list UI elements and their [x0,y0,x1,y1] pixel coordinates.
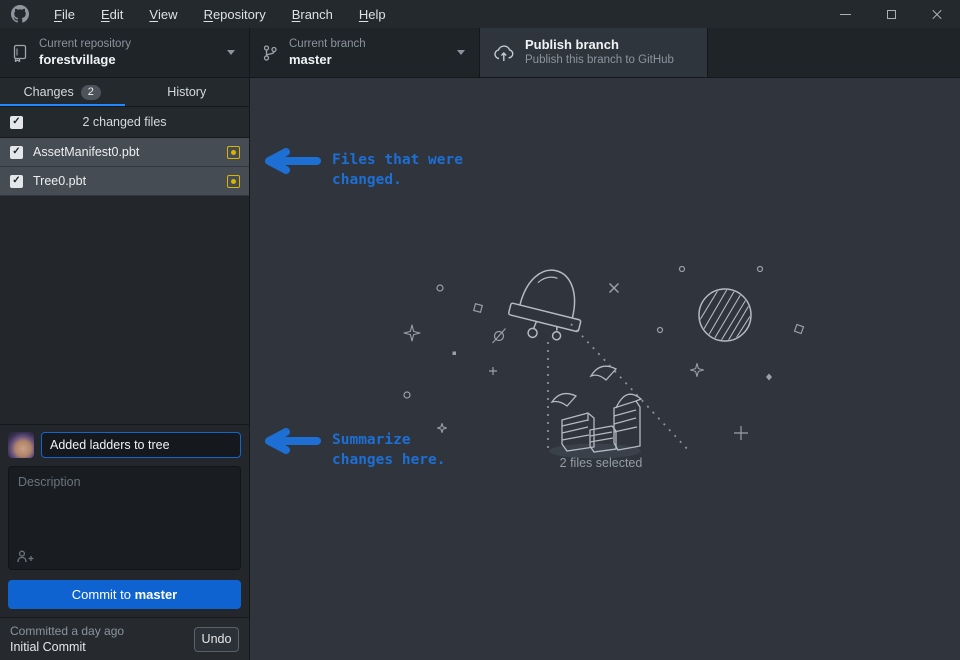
sidebar-tabs: Changes 2 History [0,78,249,107]
select-all-checkbox[interactable]: ✓ [10,116,23,129]
menu-branch[interactable]: Branch [279,0,346,28]
tab-changes-label: Changes [24,85,74,99]
file-row[interactable]: ✓ AssetManifest0.pbt [0,138,249,167]
menu-bar: File Edit View Repository Branch Help [41,0,399,28]
file-checkbox[interactable]: ✓ [10,146,23,159]
last-commit-bar: Committed a day ago Initial Commit Undo [0,617,249,660]
file-checkbox[interactable]: ✓ [10,175,23,188]
repository-label: Current repository [39,37,131,52]
changed-files-count: 2 changed files [0,115,249,129]
titlebar: File Edit View Repository Branch Help [0,0,960,28]
commit-button[interactable]: Commit to master [8,580,241,609]
commit-button-branch: master [135,587,178,602]
file-list-empty-space [0,196,249,424]
publish-subtitle: Publish this branch to GitHub [525,53,674,68]
file-name: AssetManifest0.pbt [33,145,139,159]
arrow-left-icon [260,428,322,454]
publish-branch-button[interactable]: Publish branch Publish this branch to Gi… [480,28,708,77]
menu-repository[interactable]: Repository [191,0,279,28]
annotation-files-changed: Files that were changed. [260,148,463,190]
branch-name: master [289,52,366,68]
close-button[interactable] [914,0,960,28]
tab-changes[interactable]: Changes 2 [0,78,125,106]
changes-count-badge: 2 [81,85,101,100]
commit-panel: Commit to master [0,424,249,617]
branch-icon [262,44,278,62]
menu-view[interactable]: View [136,0,190,28]
arrow-left-icon [260,148,322,174]
last-commit-time: Committed a day ago [10,624,194,639]
modified-status-icon [227,146,240,159]
branch-label: Current branch [289,37,366,52]
content: Changes 2 History ✓ 2 changed files ✓ As… [0,78,960,660]
annotation-line: changes here. [332,450,446,470]
commit-summary-input[interactable] [41,432,241,458]
current-repository-dropdown[interactable]: Current repository forestvillage [0,28,250,77]
repository-name: forestvillage [39,52,131,68]
annotation-summarize: Summarize changes here. [260,428,446,470]
file-name: Tree0.pbt [33,174,86,188]
chevron-down-icon [457,50,465,55]
tab-history[interactable]: History [125,78,250,106]
github-desktop-window: File Edit View Repository Branch Help Cu… [0,0,960,660]
minimize-button[interactable] [822,0,868,28]
commit-description-box [8,466,241,570]
close-icon [931,8,943,20]
add-coauthor-icon[interactable] [17,550,34,563]
repo-icon [12,44,28,62]
cloud-upload-icon [492,43,514,63]
user-avatar [8,432,34,458]
last-commit-title: Initial Commit [10,639,194,655]
chevron-down-icon [227,50,235,55]
tab-history-label: History [167,85,206,99]
publish-title: Publish branch [525,37,674,53]
annotation-line: Files that were [332,150,463,170]
window-controls [822,0,960,28]
commit-description-input[interactable] [9,467,240,543]
github-logo-icon [11,5,29,23]
empty-state-illustration [385,250,825,480]
annotation-line: changed. [332,170,463,190]
menu-edit[interactable]: Edit [88,0,136,28]
main-panel: 2 files selected Files that were changed… [250,78,960,660]
commit-button-label: Commit to [72,587,135,602]
file-row[interactable]: ✓ Tree0.pbt [0,167,249,196]
toolbar: Current repository forestvillage Current… [0,28,960,78]
files-selected-caption: 2 files selected [560,456,643,470]
minimize-icon [840,14,851,15]
menu-help[interactable]: Help [346,0,399,28]
changed-files-header: ✓ 2 changed files [0,107,249,138]
sidebar: Changes 2 History ✓ 2 changed files ✓ As… [0,78,250,660]
current-branch-dropdown[interactable]: Current branch master [250,28,480,77]
undo-button[interactable]: Undo [194,627,239,652]
menu-file[interactable]: File [41,0,88,28]
modified-status-icon [227,175,240,188]
maximize-button[interactable] [868,0,914,28]
annotation-line: Summarize [332,430,446,450]
maximize-icon [887,10,896,19]
